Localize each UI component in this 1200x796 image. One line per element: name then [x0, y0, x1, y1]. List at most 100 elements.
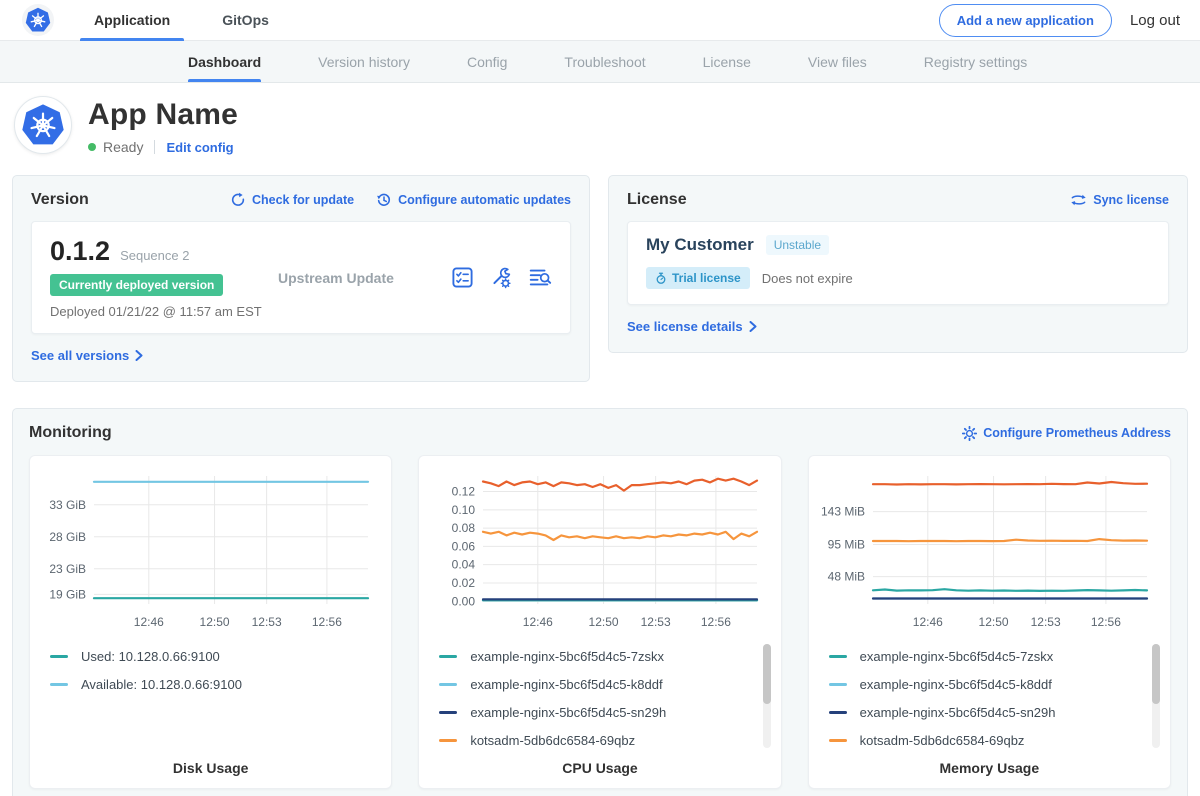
tab-registry-settings[interactable]: Registry settings	[924, 41, 1027, 82]
legend-label: example-nginx-5bc6f5d4c5-7zskx	[470, 649, 664, 664]
configure-prometheus-label: Configure Prometheus Address	[983, 426, 1171, 440]
license-actions: Sync license	[1070, 193, 1169, 207]
sync-license-label: Sync license	[1093, 193, 1169, 207]
legend-scrollbar[interactable]	[1152, 644, 1160, 748]
see-license-details-row: See license details	[627, 318, 1169, 336]
refresh-icon	[230, 192, 246, 208]
legend-swatch-icon	[439, 683, 457, 686]
tab-dashboard[interactable]: Dashboard	[188, 41, 261, 82]
license-expiry: Does not expire	[762, 271, 853, 286]
page: Application GitOps Add a new application…	[0, 0, 1200, 796]
svg-text:95 MiB: 95 MiB	[827, 537, 864, 551]
add-application-button[interactable]: Add a new application	[939, 4, 1112, 37]
see-all-versions-label: See all versions	[31, 348, 129, 363]
ready-status-dot-icon	[88, 143, 96, 151]
customer-row: My Customer Unstable	[646, 235, 1150, 255]
tab-gitops[interactable]: GitOps	[216, 0, 275, 41]
svg-text:0.02: 0.02	[452, 576, 476, 590]
check-for-update-label: Check for update	[252, 193, 354, 207]
file-search-icon	[529, 267, 552, 288]
svg-text:0.10: 0.10	[452, 503, 476, 517]
version-sequence: Sequence 2	[120, 248, 189, 263]
sync-license-link[interactable]: Sync license	[1070, 193, 1169, 207]
svg-text:12:56: 12:56	[1091, 615, 1121, 629]
legend-scrollbar-thumb[interactable]	[763, 644, 771, 704]
current-version-info: 0.1.2 Sequence 2 Currently deployed vers…	[50, 236, 268, 319]
config-edit-button[interactable]	[490, 267, 512, 289]
svg-text:12:46: 12:46	[912, 615, 942, 629]
legend-item: example-nginx-5bc6f5d4c5-k8ddf	[439, 670, 756, 698]
disk-usage-plot: 33 GiB28 GiB23 GiB19 GiB12:4612:5012:531…	[40, 468, 378, 636]
svg-text:0.12: 0.12	[452, 485, 476, 499]
legend-label: kotsadm-5db6dc6584-69qbz	[470, 733, 635, 748]
svg-text:0.00: 0.00	[452, 594, 476, 608]
legend-swatch-icon	[829, 655, 847, 658]
wrench-gear-icon	[490, 267, 512, 289]
auto-update-clock-icon	[376, 192, 392, 208]
stopwatch-icon	[655, 272, 667, 285]
tab-view-files[interactable]: View files	[808, 41, 867, 82]
tab-license[interactable]: License	[703, 41, 751, 82]
logout-link[interactable]: Log out	[1130, 12, 1180, 29]
legend-label: example-nginx-5bc6f5d4c5-k8ddf	[470, 677, 662, 692]
legend-item: example-nginx-5bc6f5d4c5-7zskx	[829, 642, 1146, 670]
tab-troubleshoot[interactable]: Troubleshoot	[564, 41, 645, 82]
legend-swatch-icon	[439, 739, 457, 742]
monitoring-actions: Configure Prometheus Address	[962, 426, 1171, 441]
legend-scrollbar[interactable]	[763, 644, 771, 748]
gear-icon	[962, 426, 977, 441]
cpu-usage-chart-card: 0.120.100.080.060.040.020.0012:4612:5012…	[418, 455, 781, 789]
legend-item: Available: 10.128.0.66:9100	[50, 670, 367, 698]
configure-automatic-updates-link[interactable]: Configure automatic updates	[376, 192, 571, 208]
kubernetes-logo-icon[interactable]	[22, 4, 54, 36]
tab-gitops-label: GitOps	[222, 12, 269, 28]
current-version-row: 0.1.2 Sequence 2 Currently deployed vers…	[31, 221, 571, 334]
license-info-card: My Customer Unstable Trial license Does …	[627, 221, 1169, 305]
legend-label: example-nginx-5bc6f5d4c5-sn29h	[470, 705, 666, 720]
app-status-text: Ready	[103, 139, 143, 155]
legend-item: kotsadm-5db6dc6584-69qbz	[439, 726, 756, 754]
monitoring-header: Monitoring Configure Prometheus Address	[29, 424, 1171, 442]
kubernetes-icon	[25, 7, 51, 33]
configure-prometheus-link[interactable]: Configure Prometheus Address	[962, 426, 1171, 441]
version-number-row: 0.1.2 Sequence 2	[50, 236, 268, 267]
legend-label: example-nginx-5bc6f5d4c5-k8ddf	[860, 677, 1052, 692]
svg-text:12:46: 12:46	[523, 615, 553, 629]
memory-usage-chart-card: 143 MiB95 MiB48 MiB12:4612:5012:5312:56e…	[808, 455, 1171, 789]
see-all-versions-link[interactable]: See all versions	[31, 348, 143, 363]
svg-text:12:56: 12:56	[312, 615, 342, 629]
app-subnav: Dashboard Version history Config Trouble…	[0, 41, 1200, 83]
cards-row: Version Check for update	[0, 169, 1200, 382]
tab-application[interactable]: Application	[88, 0, 176, 41]
tab-version-history[interactable]: Version history	[318, 41, 410, 82]
cpu-usage-legend: example-nginx-5bc6f5d4c5-7zskx example-ng…	[439, 642, 770, 754]
legend-swatch-icon	[829, 711, 847, 714]
svg-text:12:46: 12:46	[134, 615, 164, 629]
edit-config-link[interactable]: Edit config	[166, 140, 233, 155]
customer-name: My Customer	[646, 235, 754, 255]
charts-row: 33 GiB28 GiB23 GiB19 GiB12:4612:5012:531…	[29, 455, 1171, 789]
legend-label: Available: 10.128.0.66:9100	[81, 677, 242, 692]
svg-text:12:50: 12:50	[200, 615, 230, 629]
trial-license-badge: Trial license	[646, 267, 750, 289]
sync-arrows-icon	[1070, 193, 1087, 207]
svg-text:48 MiB: 48 MiB	[827, 570, 864, 584]
svg-text:12:50: 12:50	[589, 615, 619, 629]
version-title: Version	[31, 191, 89, 209]
trial-license-label: Trial license	[672, 271, 741, 285]
see-license-details-link[interactable]: See license details	[627, 319, 757, 334]
tab-config[interactable]: Config	[467, 41, 507, 82]
legend-item: example-nginx-5bc6f5d4c5-sn29h	[829, 698, 1146, 726]
configure-automatic-updates-label: Configure automatic updates	[398, 193, 571, 207]
view-diff-button[interactable]	[529, 267, 552, 288]
legend-label: example-nginx-5bc6f5d4c5-sn29h	[860, 705, 1056, 720]
divider	[154, 140, 155, 154]
legend-scrollbar-thumb[interactable]	[1152, 644, 1160, 704]
check-for-update-link[interactable]: Check for update	[230, 192, 354, 208]
version-number: 0.1.2	[50, 236, 110, 267]
version-card: Version Check for update	[12, 175, 590, 382]
see-license-details-label: See license details	[627, 319, 743, 334]
release-notes-button[interactable]	[452, 267, 473, 288]
legend-swatch-icon	[829, 683, 847, 686]
svg-text:143 MiB: 143 MiB	[821, 505, 865, 519]
